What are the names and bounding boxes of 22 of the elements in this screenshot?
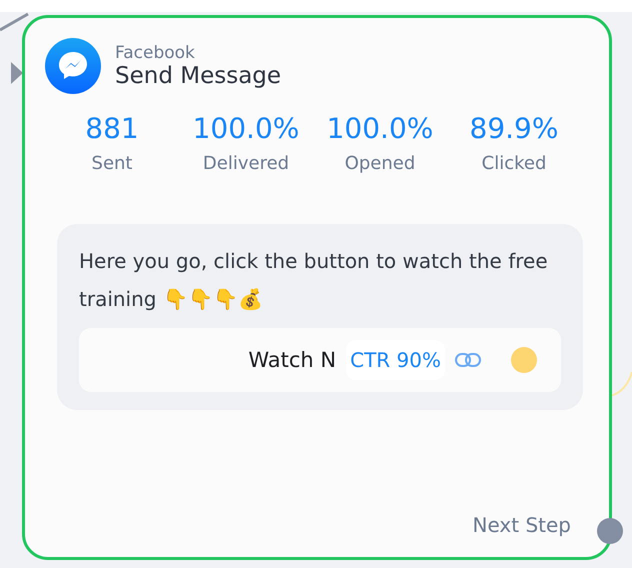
connection-handle[interactable] (511, 347, 537, 373)
messenger-icon (45, 38, 101, 94)
stat-label: Clicked (482, 153, 546, 174)
stat-value: 100.0% (192, 112, 300, 145)
stat-label: Sent (92, 153, 132, 174)
stat-value: 100.0% (326, 112, 434, 145)
connection-handle[interactable] (597, 518, 623, 544)
stat-value: 89.9% (470, 112, 558, 145)
message-button[interactable]: Watch N CTR 90% (79, 328, 561, 392)
link-icon (455, 352, 481, 368)
next-step-label: Next Step (472, 513, 571, 537)
stat-value: 881 (85, 112, 139, 145)
ctr-badge: CTR 90% (346, 340, 445, 380)
node-card[interactable]: Facebook Send Message 881 Sent 100.0% Delivered 100.0% Opened 89.9% Clicked Here you go, click the button to watch the free training 👇👇👇💰 Watch N CTR 90% Next Step (22, 15, 612, 560)
stat-label: Opened (344, 153, 416, 174)
platform-label: Facebook (115, 43, 196, 63)
message-text: Here you go, click the button to watch the free training 👇👇👇💰 (79, 248, 549, 313)
stat-label: Delivered (202, 153, 290, 174)
node-title: Send Message (115, 63, 282, 89)
button-label: Watch N (248, 348, 336, 372)
arrow-icon (11, 62, 23, 84)
connector-line (0, 12, 30, 32)
